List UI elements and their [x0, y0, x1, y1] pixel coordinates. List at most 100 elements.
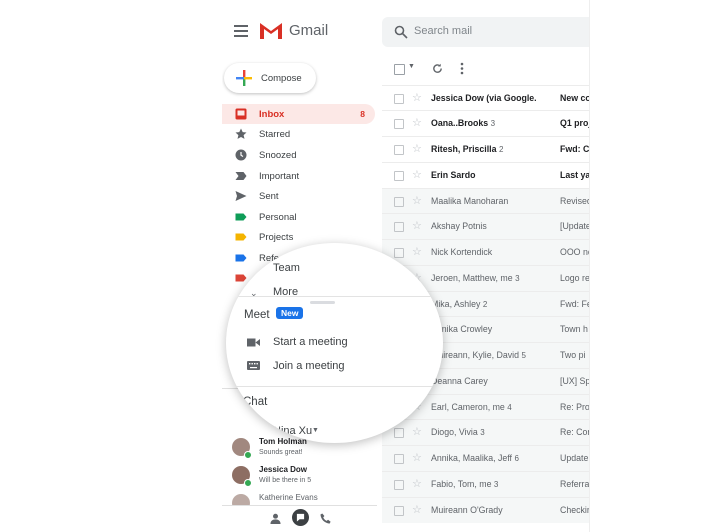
search-input[interactable]: Search mail — [414, 25, 472, 37]
email-subject: Last ya — [560, 169, 590, 180]
sidebar-item-important[interactable]: Important — [222, 166, 375, 186]
email-row[interactable]: ☆ Diogo, Vivia 3 Re: Cor — [382, 419, 589, 446]
mail-toolbar: ▼ — [382, 57, 589, 81]
inbox-icon — [235, 108, 247, 120]
email-row[interactable]: ☆ Ritesh, Priscilla 2 Fwd: Cl — [382, 136, 590, 162]
refresh-icon[interactable] — [432, 63, 443, 74]
star-icon[interactable]: ☆ — [412, 219, 422, 232]
contact-name: Katherine Evans — [259, 493, 318, 502]
sidebar-item-label: Sent — [259, 191, 279, 202]
email-row[interactable]: ☆ Nick Kortendick OOO ne — [382, 239, 589, 265]
new-badge: New — [276, 307, 304, 319]
star-icon[interactable]: ☆ — [412, 503, 422, 516]
chat-user-name[interactable]: Nina Xu — [273, 425, 312, 437]
email-row[interactable]: ☆ Maalika Manoharan Revised — [382, 187, 590, 214]
email-checkbox[interactable] — [394, 428, 404, 439]
email-row[interactable]: ☆ Muireann O'Grady Checkir — [382, 496, 590, 523]
email-sender-name: Nick Kortendick — [431, 247, 493, 257]
star-icon[interactable]: ☆ — [412, 168, 422, 181]
email-checkbox[interactable] — [394, 248, 404, 258]
label-icon — [235, 254, 247, 262]
email-checkbox[interactable] — [394, 196, 404, 207]
email-row[interactable]: ☆ Fabio, Tom, me 3 Referra — [382, 470, 589, 497]
email-sender-name: Earl, Cameron, me — [431, 401, 505, 412]
star-icon[interactable]: ☆ — [412, 194, 422, 207]
email-subject: Revised — [560, 195, 590, 206]
select-all-checkbox[interactable] — [394, 64, 405, 75]
sidebar-item-label: Snoozed — [259, 150, 297, 161]
chevron-down-icon[interactable]: ▼ — [408, 63, 415, 70]
email-subject: Fwd: Cl — [560, 144, 590, 154]
star-icon[interactable]: ☆ — [412, 91, 422, 104]
email-sender: Oana..Brooks 3 — [431, 118, 495, 128]
star-icon[interactable]: ☆ — [412, 425, 422, 438]
email-subject: Re: Pro — [560, 401, 590, 412]
start-meeting-button[interactable]: Start a meeting — [273, 336, 348, 348]
email-checkbox[interactable] — [394, 222, 404, 233]
sidebar-item-personal[interactable]: Personal — [222, 207, 375, 227]
chat-bubble-icon[interactable] — [292, 509, 309, 526]
email-row[interactable]: ☆ Oana..Brooks 3 Q1 proj — [382, 110, 589, 136]
hamburger-menu-icon[interactable] — [234, 25, 248, 37]
chevron-down-icon[interactable]: ⌄ — [250, 288, 258, 299]
person-icon[interactable] — [270, 513, 281, 524]
star-icon — [235, 128, 247, 139]
caret-down-icon[interactable]: ▼ — [312, 427, 319, 434]
email-sender-name: Ritesh, Priscilla — [431, 144, 497, 154]
email-sender-name: Jeroen, Matthew, me — [431, 272, 513, 283]
email-checkbox[interactable] — [394, 93, 404, 104]
email-sender: Muireann, Kylie, David 5 — [431, 350, 526, 360]
email-sender-name: Oana..Brooks — [431, 118, 489, 129]
chat-contact[interactable]: Tom Holman Sounds great! — [232, 436, 382, 466]
email-subject: Two pi — [560, 350, 586, 360]
email-checkbox[interactable] — [394, 119, 404, 130]
star-icon[interactable]: ☆ — [412, 245, 422, 258]
chat-contact[interactable]: Jessica Dow Will be there in 5 — [232, 464, 382, 494]
sidebar-item-starred[interactable]: Starred — [222, 124, 375, 144]
email-checkbox[interactable] — [394, 505, 404, 516]
email-sender: Muireann O'Grady — [431, 505, 503, 515]
email-checkbox[interactable] — [394, 454, 404, 464]
email-checkbox[interactable] — [394, 479, 404, 490]
label-icon — [235, 213, 247, 221]
important-icon — [235, 172, 247, 180]
video-camera-icon — [247, 338, 260, 347]
drag-handle[interactable] — [310, 301, 335, 304]
email-checkbox[interactable] — [394, 170, 404, 181]
email-subject: [Update — [560, 221, 590, 232]
email-row[interactable]: ☆ Annika, Maalika, Jeff 6 Update — [382, 445, 589, 471]
plus-icon — [236, 70, 252, 86]
email-sender-name: Deanna Carey — [431, 375, 488, 386]
email-subject: Checkir — [560, 504, 590, 515]
email-row[interactable]: ☆ Akshay Potnis [Update — [382, 213, 590, 240]
more-options-icon[interactable] — [460, 62, 464, 75]
sidebar-item-team[interactable]: Team — [273, 262, 300, 274]
phone-icon[interactable] — [320, 513, 331, 524]
email-sender-name: Diogo, Vivia — [431, 427, 478, 438]
join-meeting-button[interactable]: Join a meeting — [273, 360, 345, 372]
email-sender: Akshay Potnis — [431, 221, 487, 231]
compose-button[interactable]: Compose — [224, 63, 316, 93]
sidebar-item-sent[interactable]: Sent — [222, 186, 375, 206]
email-subject: Fwd: Fe — [560, 298, 590, 309]
star-icon[interactable]: ☆ — [412, 477, 422, 490]
email-subject: Logo re — [560, 272, 590, 283]
email-row[interactable]: ☆ Erin Sardo Last ya — [382, 161, 590, 188]
send-icon — [235, 191, 247, 201]
sidebar-item-snoozed[interactable]: Snoozed — [222, 145, 375, 165]
sidebar-item-label: Personal — [259, 212, 297, 223]
chat-section-title: Chat — [243, 396, 268, 408]
email-sender-name: Erin Sardo — [431, 169, 476, 180]
email-row[interactable]: ☆ Jessica Dow (via Google. New co — [382, 84, 589, 111]
star-icon[interactable]: ☆ — [412, 116, 422, 129]
email-sender-name: Muireann, Kylie, David — [431, 350, 520, 360]
star-icon[interactable]: ☆ — [412, 451, 422, 464]
search-icon[interactable] — [394, 25, 408, 39]
star-icon[interactable]: ☆ — [412, 142, 422, 155]
email-sender: Deanna Carey — [431, 376, 488, 386]
sidebar-item-inbox[interactable]: Inbox 8 — [222, 104, 375, 124]
email-sender: Jeroen, Matthew, me 3 — [431, 273, 520, 283]
thread-count: 3 — [493, 479, 499, 489]
email-checkbox[interactable] — [394, 145, 404, 155]
search-bar[interactable]: Search mail — [382, 17, 589, 47]
